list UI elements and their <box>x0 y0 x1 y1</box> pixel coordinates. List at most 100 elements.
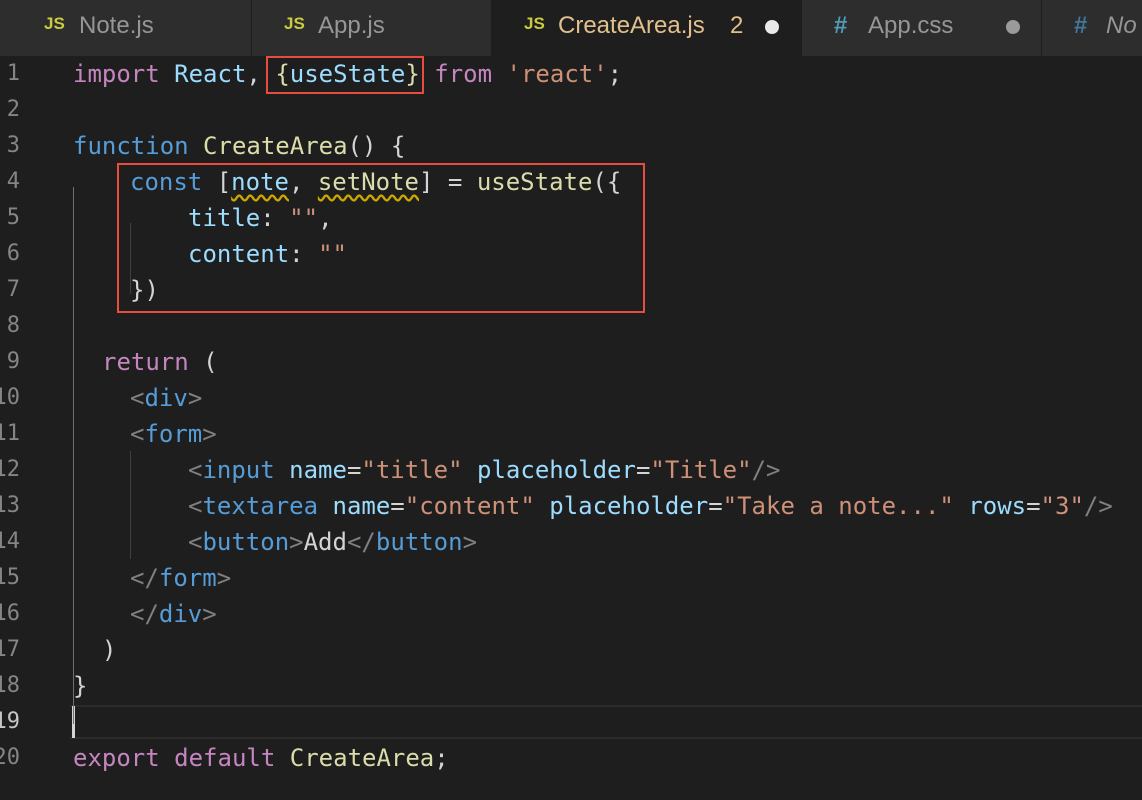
editor-tab-bar: JS Note.js JS App.js JS CreateArea.js 2 … <box>0 0 1142 56</box>
tag-gt: > <box>462 528 478 556</box>
code-line-18: } <box>73 672 88 700</box>
tag-name-button: button <box>375 528 463 556</box>
annotation-box-usestate-hook <box>117 163 645 313</box>
tag-gt: > <box>289 528 304 556</box>
tag-name-input: input <box>202 456 275 484</box>
javascript-file-icon: JS <box>284 14 305 33</box>
line-number: 3 <box>6 133 20 158</box>
attr-equals: = <box>346 456 362 484</box>
code-line-9: return ( <box>102 344 218 380</box>
code-line-16: </div> <box>130 596 217 632</box>
function-name: CreateArea <box>203 132 348 160</box>
identifier-createarea: CreateArea <box>289 744 435 772</box>
keyword-function: function <box>73 132 189 160</box>
code-editor[interactable]: 1 2 3 4 5 6 7 8 9 10 11 12 13 14 15 16 1… <box>0 56 1142 800</box>
tab-label: App.js <box>318 12 385 39</box>
line-number: 12 <box>0 457 20 482</box>
line-number: 10 <box>0 385 20 410</box>
tag-close-lt: </ <box>346 528 376 556</box>
tag-self-close: /> <box>1083 492 1113 520</box>
punct-comma: , <box>246 60 261 88</box>
indent-guide <box>130 451 131 559</box>
punct-semicolon: ; <box>607 60 623 88</box>
code-line-15: </form> <box>130 560 231 596</box>
javascript-file-icon: JS <box>44 14 65 33</box>
tab-app-css[interactable]: # App.css <box>802 0 1042 56</box>
line-number: 17 <box>0 637 20 662</box>
css-file-icon: # <box>834 12 848 39</box>
button-text: Add <box>303 528 347 556</box>
line-number: 7 <box>6 277 20 302</box>
tab-app-js[interactable]: JS App.js <box>252 0 492 56</box>
code-line-11: <form> <box>130 416 217 452</box>
javascript-file-icon: JS <box>524 14 545 33</box>
attr-value: "3" <box>1040 492 1084 520</box>
line-number: 2 <box>6 97 20 122</box>
unsaved-dot-icon[interactable] <box>1006 20 1020 34</box>
current-line-highlight <box>70 705 1142 739</box>
tag-close-lt: </ <box>130 600 159 628</box>
line-number: 11 <box>0 421 20 446</box>
unsaved-dot-icon[interactable] <box>765 20 779 34</box>
code-line-3: function CreateArea() { <box>73 128 405 164</box>
tag-lt: < <box>188 456 203 484</box>
attr-name: name <box>332 492 391 520</box>
line-number: 13 <box>0 493 20 518</box>
keyword-export: export <box>73 744 160 772</box>
tab-label: App.css <box>868 12 954 39</box>
attr-placeholder: placeholder <box>477 456 636 484</box>
tag-lt: < <box>130 420 145 448</box>
function-params: () { <box>347 132 406 160</box>
attr-equals: = <box>635 456 651 484</box>
line-number: 15 <box>0 565 20 590</box>
problems-count-badge: 2 <box>730 12 744 39</box>
annotation-box-usestate-import <box>266 56 424 94</box>
tab-partial[interactable]: # No <box>1042 0 1142 56</box>
keyword-import: import <box>73 60 160 88</box>
line-number: 4 <box>6 169 20 194</box>
tag-name-form: form <box>158 564 217 592</box>
tab-createarea-js[interactable]: JS CreateArea.js 2 <box>492 0 802 56</box>
code-line-13: <textarea name="content" placeholder="Ta… <box>188 488 1113 524</box>
keyword-from: from <box>434 60 493 88</box>
punct-semicolon: ; <box>434 744 449 772</box>
tab-label: No <box>1106 12 1137 39</box>
attr-equals: = <box>708 492 723 520</box>
tab-label: CreateArea.js <box>558 12 705 39</box>
code-line-12: <input name="title" placeholder="Title"/… <box>188 452 780 488</box>
indent-guide <box>73 187 74 724</box>
string-module: 'react' <box>506 60 608 88</box>
tag-close-lt: </ <box>130 564 159 592</box>
line-number: 20 <box>0 745 20 770</box>
css-file-icon: # <box>1074 12 1088 39</box>
tag-lt: < <box>130 384 145 412</box>
attr-value: "content" <box>404 492 535 520</box>
paren-open: ( <box>203 348 218 376</box>
attr-value: "Take a note..." <box>722 492 954 520</box>
line-number: 6 <box>6 241 20 266</box>
tag-name-button: button <box>202 528 290 556</box>
line-number: 1 <box>6 61 20 86</box>
attr-name: name <box>289 456 347 484</box>
tag-lt: < <box>188 492 203 520</box>
tag-name-textarea: textarea <box>202 492 319 520</box>
attr-placeholder: placeholder <box>549 492 709 520</box>
line-number: 5 <box>6 205 20 230</box>
tab-note-js[interactable]: JS Note.js <box>0 0 252 56</box>
code-line-14: <button>Add</button> <box>188 524 477 560</box>
tag-lt: < <box>188 528 203 556</box>
tag-self-close: /> <box>751 456 781 484</box>
line-number: 8 <box>6 313 20 338</box>
line-number: 18 <box>0 673 20 698</box>
line-number: 14 <box>0 529 20 554</box>
tag-gt: > <box>216 564 232 592</box>
attr-equals: = <box>1026 492 1041 520</box>
identifier-react: React <box>174 60 247 88</box>
keyword-return: return <box>102 348 189 376</box>
tab-label: Note.js <box>79 12 154 39</box>
code-line-17: ) <box>102 636 117 664</box>
tag-gt: > <box>202 600 217 628</box>
code-line-20: export default CreateArea; <box>73 740 449 776</box>
keyword-default: default <box>174 744 276 772</box>
code-line-10: <div> <box>130 380 202 416</box>
